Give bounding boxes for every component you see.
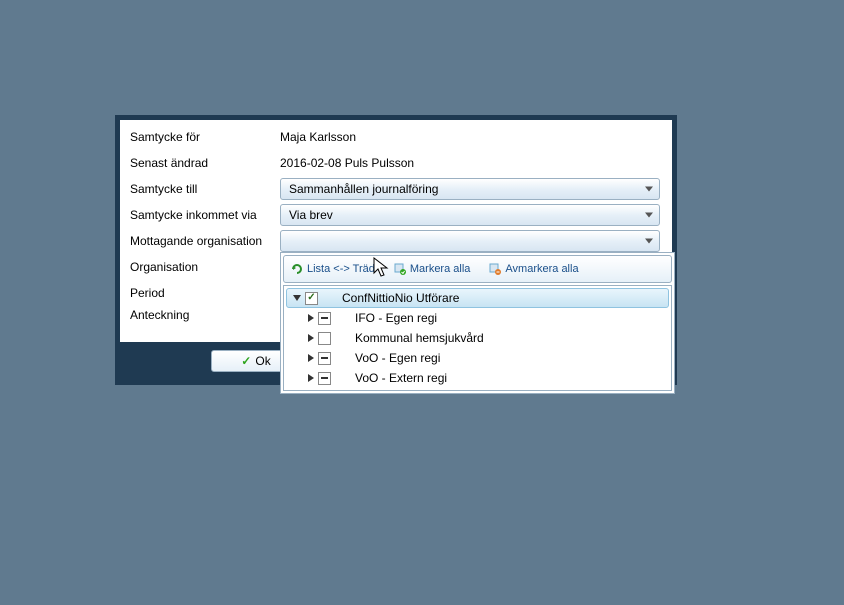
label-organisation: Organisation xyxy=(130,260,280,274)
dropdown-samtycke-till-text: Sammanhållen journalföring xyxy=(289,182,438,196)
tree-child-checkbox[interactable] xyxy=(318,332,331,345)
tree-child-row[interactable]: Kommunal hemsjukvård xyxy=(284,328,671,348)
label-anteckning: Anteckning xyxy=(130,308,280,322)
select-all-icon xyxy=(393,262,407,276)
dropdown-samtycke-till[interactable]: Sammanhållen journalföring xyxy=(280,178,660,200)
label-period: Period xyxy=(130,286,280,300)
avmarkera-alla-text: Avmarkera alla xyxy=(505,263,578,275)
consent-dialog: Samtycke för Maja Karlsson Senast ändrad… xyxy=(115,115,677,385)
chevron-down-icon xyxy=(645,213,653,218)
form-body: Samtycke för Maja Karlsson Senast ändrad… xyxy=(120,120,672,342)
label-samtycke-for: Samtycke för xyxy=(130,130,280,144)
label-senast-andrad: Senast ändrad xyxy=(130,156,280,170)
chevron-down-icon xyxy=(645,239,653,244)
tree-child-checkbox[interactable] xyxy=(318,372,331,385)
tree-child-row[interactable]: VoO - Extern regi xyxy=(284,368,671,388)
value-senast-andrad: 2016-02-08 Puls Pulsson xyxy=(280,156,660,170)
label-inkommet-via: Samtycke inkommet via xyxy=(130,208,280,222)
tree-child-label: IFO - Egen regi xyxy=(355,311,437,325)
expand-caret-icon[interactable] xyxy=(308,374,314,382)
check-icon: ✓ xyxy=(241,354,251,368)
dropdown-inkommet-via[interactable]: Via brev xyxy=(280,204,660,226)
label-samtycke-till: Samtycke till xyxy=(130,182,280,196)
expand-caret-icon[interactable] xyxy=(308,354,314,362)
markera-alla-text: Markera alla xyxy=(410,263,471,275)
tree-child-label: VoO - Extern regi xyxy=(355,371,447,385)
avmarkera-alla-link[interactable]: Avmarkera alla xyxy=(488,262,578,276)
refresh-icon xyxy=(290,262,304,276)
markera-alla-link[interactable]: Markera alla xyxy=(393,262,471,276)
expand-caret-icon[interactable] xyxy=(308,334,314,342)
deselect-all-icon xyxy=(488,262,502,276)
chevron-down-icon xyxy=(645,187,653,192)
organisation-tree: ConfNittioNio Utförare IFO - Egen regi K… xyxy=(283,285,672,391)
label-mottagande: Mottagande organisation xyxy=(130,234,280,248)
tree-root-row[interactable]: ConfNittioNio Utförare xyxy=(286,288,669,308)
dropdown-inkommet-via-text: Via brev xyxy=(289,208,333,222)
ok-button-label: Ok xyxy=(255,354,270,368)
tree-child-label: VoO - Egen regi xyxy=(355,351,440,365)
tree-root-checkbox[interactable] xyxy=(305,292,318,305)
dropdown-mottagande[interactable] xyxy=(280,230,660,252)
organisation-dropdown-panel: Lista <-> Träd Markera alla xyxy=(280,252,675,394)
tree-child-checkbox[interactable] xyxy=(318,312,331,325)
lista-trad-link[interactable]: Lista <-> Träd xyxy=(290,262,375,276)
tree-child-row[interactable]: VoO - Egen regi xyxy=(284,348,671,368)
tree-child-row[interactable]: IFO - Egen regi xyxy=(284,308,671,328)
lista-trad-text: Lista <-> Träd xyxy=(307,263,375,275)
expand-caret-icon[interactable] xyxy=(293,295,301,301)
expand-caret-icon[interactable] xyxy=(308,314,314,322)
tree-child-checkbox[interactable] xyxy=(318,352,331,365)
value-samtycke-for: Maja Karlsson xyxy=(280,130,660,144)
tree-root-label: ConfNittioNio Utförare xyxy=(342,291,459,305)
panel-toolbar: Lista <-> Träd Markera alla xyxy=(283,255,672,283)
tree-child-label: Kommunal hemsjukvård xyxy=(355,331,484,345)
